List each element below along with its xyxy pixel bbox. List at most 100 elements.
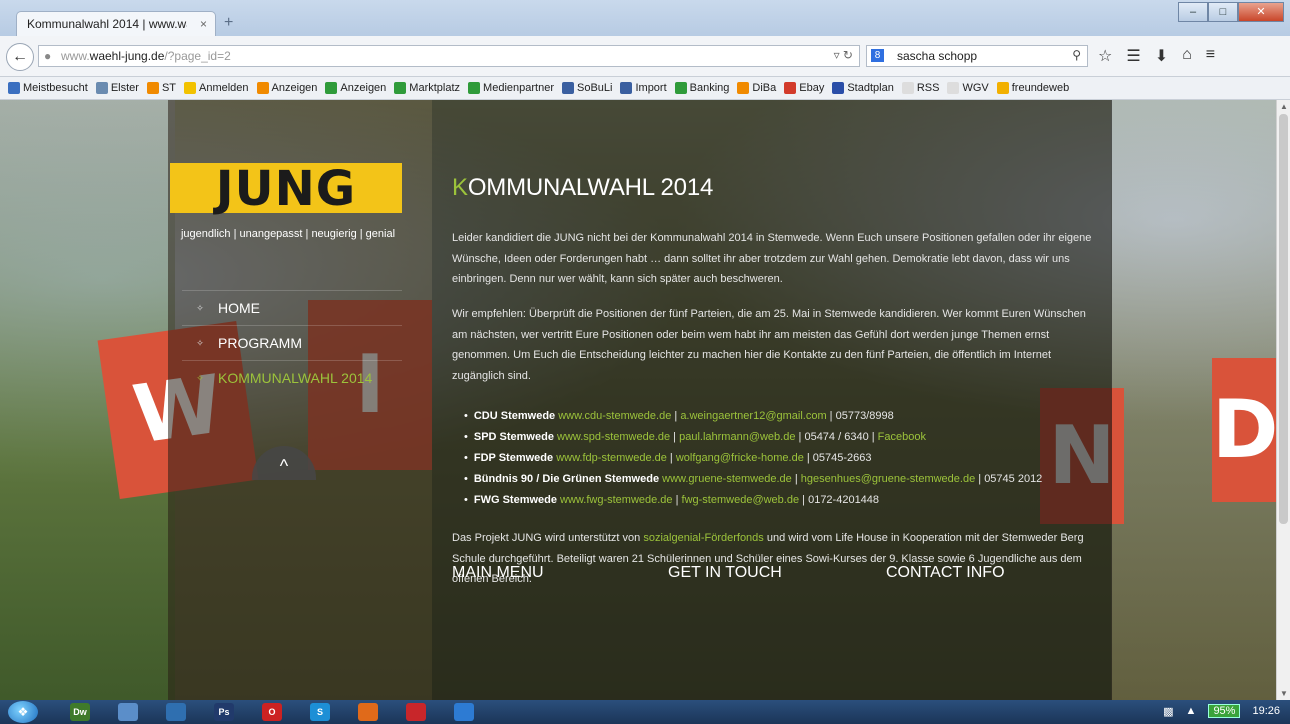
party-website-link[interactable]: www.fdp-stemwede.de: [556, 452, 667, 464]
scroll-up-arrow-icon[interactable]: ▲: [1280, 102, 1288, 111]
search-input[interactable]: sascha schopp: [897, 49, 977, 63]
bookmark-item[interactable]: SoBuLi: [561, 82, 612, 94]
taskbar-app-icon[interactable]: [166, 703, 186, 721]
browser-tab[interactable]: Kommunalwahl 2014 | www.wa... ×: [16, 11, 216, 36]
bookmark-favicon-icon: [832, 82, 845, 94]
bookmark-item[interactable]: Ebay: [784, 82, 824, 94]
bookmark-favicon-icon: [184, 82, 196, 94]
new-tab-button[interactable]: +: [224, 14, 233, 32]
site-identity-icon[interactable]: ●: [44, 49, 51, 63]
bookmarks-menu-icon[interactable]: ☰: [1126, 46, 1140, 66]
scroll-up-button[interactable]: ^: [252, 446, 316, 480]
url-prefix: www.: [61, 49, 90, 63]
vertical-scrollbar[interactable]: ▲ ▼: [1276, 100, 1290, 700]
bookmark-label: WGV: [962, 82, 989, 94]
minimize-button[interactable]: ‒: [1178, 2, 1208, 22]
party-website-link[interactable]: www.gruene-stemwede.de: [662, 473, 792, 485]
bookmark-item[interactable]: Anzeigen: [256, 82, 317, 94]
search-engine-icon[interactable]: 8: [871, 49, 884, 62]
bookmark-item[interactable]: Meistbesucht: [8, 82, 88, 94]
bookmark-item[interactable]: DiBa: [737, 82, 776, 94]
taskbar-app-icon[interactable]: [358, 703, 378, 721]
taskbar-app-icon[interactable]: O: [262, 703, 282, 721]
bookmark-item[interactable]: WGV: [947, 82, 989, 94]
back-button[interactable]: ←: [6, 43, 34, 71]
bookmark-item[interactable]: Medienpartner: [468, 82, 554, 94]
network-icon[interactable]: ▩: [1163, 705, 1173, 718]
bookmark-item[interactable]: ST: [146, 82, 176, 94]
signal-icon[interactable]: ▲: [1186, 705, 1197, 717]
tab-close-icon[interactable]: ×: [200, 17, 207, 31]
bookmark-favicon-icon: [674, 82, 687, 94]
scroll-down-arrow-icon[interactable]: ▼: [1280, 689, 1288, 698]
bookmark-item[interactable]: Marktplatz: [394, 82, 460, 94]
menu-item-programm[interactable]: ✧ PROGRAMM: [182, 325, 402, 360]
party-email-link[interactable]: paul.lahrmann@web.de: [679, 431, 795, 443]
scrollbar-thumb[interactable]: [1279, 114, 1288, 524]
address-bar[interactable]: ● www.waehl-jung.de/?page_id=2 ▿ ↻: [38, 45, 860, 67]
site-logo[interactable]: JUNG: [170, 163, 402, 215]
menu-icon[interactable]: ≡: [1206, 46, 1215, 66]
party-phone: 05474 / 6340: [804, 431, 869, 443]
close-window-button[interactable]: ✕: [1238, 2, 1284, 22]
bookmark-item[interactable]: Elster: [95, 82, 139, 94]
bookmark-item[interactable]: Anzeigen: [325, 82, 386, 94]
bookmark-item[interactable]: RSS: [901, 82, 939, 94]
taskbar-app-icon[interactable]: S: [310, 703, 330, 721]
taskbar-app-icon[interactable]: Dw: [70, 703, 90, 721]
party-email-link[interactable]: fwg-stemwede@web.de: [682, 494, 800, 506]
clock[interactable]: 19:26: [1252, 705, 1280, 717]
bookmark-item[interactable]: Stadtplan: [832, 82, 894, 94]
site-tagline: jugendlich | unangepasst | neugierig | g…: [180, 228, 396, 240]
battery-indicator[interactable]: 95%: [1208, 704, 1241, 718]
search-bar[interactable]: 8 sascha schopp ⚲: [866, 45, 1088, 67]
reload-icon[interactable]: ▿ ↻: [834, 48, 853, 62]
bookmark-star-icon[interactable]: ☆: [1098, 46, 1112, 66]
start-button[interactable]: ❖: [8, 701, 38, 723]
toolbar-icons: ☆ ☰ ⬇ ⌂ ≡: [1098, 46, 1215, 66]
bookmark-label: Meistbesucht: [23, 82, 88, 94]
bookmark-favicon-icon: [146, 82, 159, 94]
bookmark-favicon-icon: [737, 82, 750, 94]
bookmarks-toolbar: Meistbesucht Elster ST Anmelden Anzeigen Anze…: [0, 77, 1290, 100]
party-phone: 05773/8998: [835, 410, 894, 422]
party-website-link[interactable]: www.cdu-stemwede.de: [558, 410, 671, 422]
footer-main-menu-heading: MAIN MENU: [452, 564, 544, 581]
downloads-icon[interactable]: ⬇: [1155, 46, 1168, 66]
bookmark-label: Ebay: [799, 82, 825, 94]
party-email-link[interactable]: a.weingaertner12@gmail.com: [680, 410, 826, 422]
taskbar-app-icon[interactable]: [406, 703, 426, 721]
party-name: FDP Stemwede: [473, 452, 554, 464]
bookmark-label: Banking: [689, 82, 730, 94]
windows-taskbar: ❖ Dw Ps O S ▩ ▲ 95% 19:26: [0, 700, 1290, 724]
party-email-link[interactable]: wolfgang@fricke-home.de: [676, 452, 804, 464]
menu-item-label: HOME: [218, 300, 260, 316]
maximize-button[interactable]: □: [1208, 2, 1238, 22]
menu-item-label: PROGRAMM: [218, 335, 302, 351]
bookmark-item[interactable]: Anmelden: [184, 82, 249, 94]
bookmark-favicon-icon: [8, 82, 20, 94]
home-icon[interactable]: ⌂: [1182, 46, 1192, 66]
party-phone: 0172-4201448: [808, 494, 880, 506]
page-viewport: W I N D JUNG jugendlich | unangepasst | …: [0, 100, 1276, 700]
taskbar-app-icon[interactable]: [118, 703, 138, 721]
menu-item-home[interactable]: ✧ HOME: [182, 290, 402, 325]
sozialgenial-link[interactable]: sozialgenial-Förderfonds: [643, 532, 763, 544]
bookmark-item[interactable]: Banking: [674, 82, 730, 94]
party-website-link[interactable]: www.fwg-stemwede.de: [560, 494, 673, 506]
party-website-link[interactable]: www.spd-stemwede.de: [557, 431, 670, 443]
search-icon[interactable]: ⚲: [1072, 48, 1081, 62]
menu-item-kommunalwahl[interactable]: ✧ KOMMUNALWAHL 2014: [182, 360, 402, 395]
party-facebook-link[interactable]: Facebook: [878, 431, 926, 443]
bookmark-item[interactable]: freundeweb: [996, 82, 1069, 94]
party-name: FWG Stemwede: [473, 494, 557, 506]
bookmark-label: DiBa: [752, 82, 777, 94]
party-email-link[interactable]: hgesenhues@gruene-stemwede.de: [801, 473, 975, 485]
menu-item-label: KOMMUNALWAHL 2014: [218, 370, 373, 386]
bookmark-item[interactable]: Import: [620, 82, 667, 94]
taskbar-app-icon[interactable]: [454, 703, 474, 721]
taskbar-app-icon[interactable]: Ps: [214, 703, 234, 721]
bookmark-favicon-icon: [468, 82, 481, 94]
party-list-item: Bündnis 90 / Die Grünen Stemwede www.gru…: [472, 469, 1112, 490]
bookmark-favicon-icon: [620, 82, 633, 94]
